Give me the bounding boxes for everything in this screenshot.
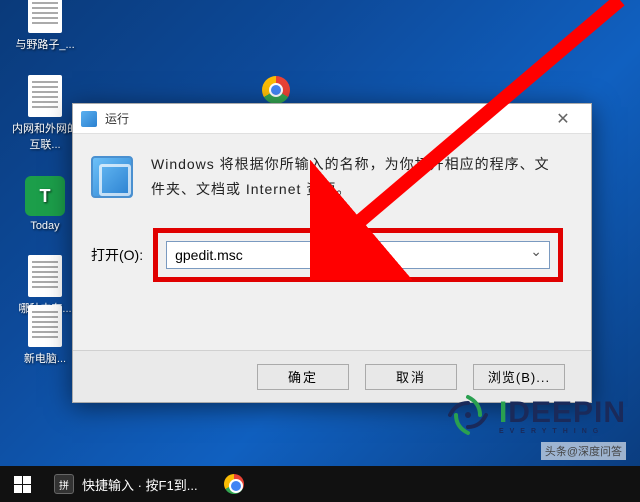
run-open-row: 打开(O): bbox=[73, 220, 591, 290]
desktop-icon-label: Today bbox=[30, 220, 59, 232]
text-file-icon bbox=[25, 304, 65, 348]
watermark-swirl-icon bbox=[443, 390, 493, 440]
chrome-shortcut[interactable] bbox=[256, 76, 284, 104]
taskbar-chrome[interactable] bbox=[208, 466, 254, 502]
start-button[interactable] bbox=[0, 466, 44, 502]
watermark: IDEEPIN EVERYTHING 头条@深度问答 bbox=[443, 390, 626, 460]
open-label: 打开(O): bbox=[91, 245, 143, 265]
windows-logo-icon bbox=[14, 476, 31, 493]
today-app-icon: T bbox=[25, 174, 65, 218]
run-dialog-titlebar[interactable]: 运行 ✕ bbox=[73, 104, 591, 134]
open-input[interactable] bbox=[166, 241, 550, 269]
desktop-icon-label: 新电脑... bbox=[24, 350, 66, 366]
run-icon bbox=[91, 156, 133, 198]
desktop-icon[interactable]: T Today bbox=[10, 174, 80, 232]
ime-icon: 拼 bbox=[54, 474, 74, 494]
desktop-icon-label: 内网和外网的互联... bbox=[10, 120, 80, 152]
run-title-icon bbox=[81, 111, 97, 127]
run-dialog-body: Windows 将根据你所输入的名称，为你打开相应的程序、文件夹、文档或 Int… bbox=[73, 134, 591, 212]
input-highlight-box bbox=[153, 228, 563, 282]
browse-button[interactable]: 浏览(B)... bbox=[473, 364, 565, 390]
run-dialog: 运行 ✕ Windows 将根据你所输入的名称，为你打开相应的程序、文件夹、文档… bbox=[72, 103, 592, 403]
chrome-icon bbox=[262, 76, 290, 104]
desktop-icon[interactable]: 与野路子_... bbox=[10, 0, 80, 52]
desktop: 与野路子_... 内网和外网的互联... T Today 哪种内存... 新电脑… bbox=[0, 0, 640, 502]
close-button[interactable]: ✕ bbox=[543, 108, 583, 130]
desktop-icon-label: 与野路子_... bbox=[15, 36, 74, 52]
taskbar-quick-input[interactable]: 拼 快捷输入 · 按F1到... bbox=[44, 466, 208, 502]
run-dialog-description: Windows 将根据你所输入的名称，为你打开相应的程序、文件夹、文档或 Int… bbox=[151, 152, 563, 202]
watermark-brand: IDEEPIN EVERYTHING bbox=[499, 396, 626, 435]
taskbar-quick-input-label: 快捷输入 · 按F1到... bbox=[82, 475, 198, 494]
taskbar: 拼 快捷输入 · 按F1到... bbox=[0, 466, 640, 502]
watermark-credit: 头条@深度问答 bbox=[541, 442, 626, 460]
run-dialog-title: 运行 bbox=[105, 110, 129, 127]
ok-button[interactable]: 确定 bbox=[257, 364, 349, 390]
text-file-icon bbox=[25, 0, 65, 34]
desktop-icons-column: 与野路子_... 内网和外网的互联... T Today 哪种内存... 新电脑… bbox=[10, 0, 80, 366]
chrome-icon bbox=[224, 474, 244, 494]
text-file-icon bbox=[25, 74, 65, 118]
desktop-icon[interactable]: 新电脑... bbox=[10, 304, 80, 366]
text-file-icon bbox=[25, 254, 65, 298]
desktop-icon[interactable]: 内网和外网的互联... bbox=[10, 74, 80, 152]
cancel-button[interactable]: 取消 bbox=[365, 364, 457, 390]
